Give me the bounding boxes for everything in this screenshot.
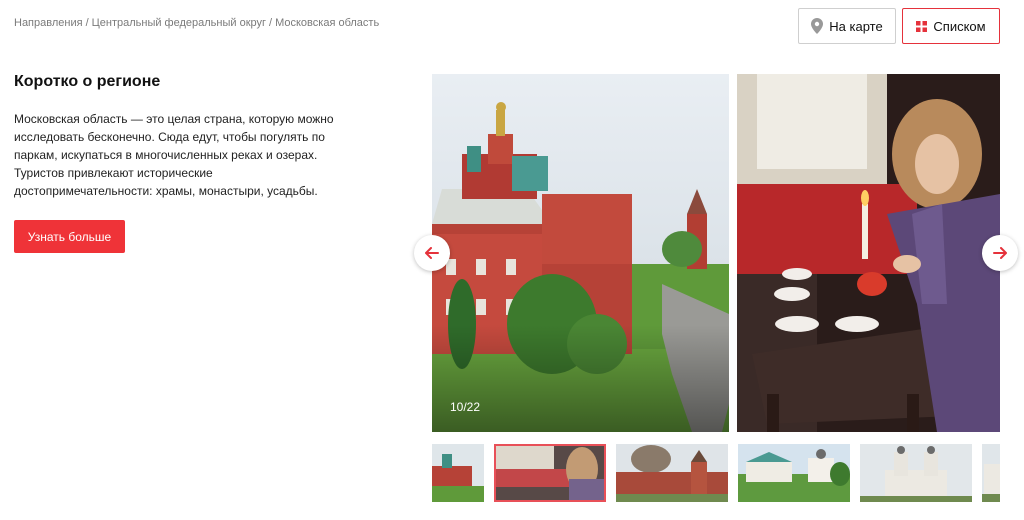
tea-party-photo (737, 74, 1000, 432)
gallery-thumbnails (432, 444, 1000, 504)
arrow-left-icon (425, 247, 439, 259)
arrow-right-icon (993, 247, 1007, 259)
gallery-slide-monastery[interactable]: 10/22 (432, 74, 729, 432)
on-map-button[interactable]: На карте (798, 8, 896, 44)
region-description: Московская область — это целая страна, к… (14, 112, 334, 198)
view-toggle: На карте Списком (798, 8, 1000, 44)
thumbnail[interactable] (738, 444, 850, 502)
thumbnail[interactable] (432, 444, 484, 502)
gallery-prev-button[interactable] (414, 235, 450, 271)
map-pin-icon (811, 18, 824, 34)
photo-gallery: 10/22 (432, 74, 1000, 432)
slide-counter: 10/22 (450, 400, 481, 414)
breadcrumb: Направления / Центральный федеральный окру… (14, 17, 379, 29)
list-view-button[interactable]: Списком (902, 8, 1000, 44)
list-view-label: Списком (933, 18, 986, 34)
gallery-slide-tea-party[interactable] (737, 74, 1000, 432)
thumbnail[interactable] (616, 444, 728, 502)
breadcrumb-separator: / (85, 17, 89, 29)
thumbnail[interactable] (982, 444, 1000, 502)
thumbnail[interactable] (860, 444, 972, 502)
breadcrumb-item-central-district[interactable]: Центральный федеральный округ (92, 17, 266, 29)
breadcrumb-separator: / (269, 17, 273, 29)
on-map-label: На карте (829, 18, 883, 34)
gallery-next-button[interactable] (982, 235, 1018, 271)
grid-icon (916, 20, 928, 32)
monastery-photo (432, 74, 729, 432)
region-title: Коротко о регионе (14, 73, 161, 90)
thumbnail-active[interactable] (494, 444, 606, 502)
breadcrumb-item-directions[interactable]: Направления (14, 17, 83, 29)
breadcrumb-item-current: Московская область (275, 17, 380, 29)
learn-more-button[interactable]: Узнать больше (14, 220, 125, 253)
